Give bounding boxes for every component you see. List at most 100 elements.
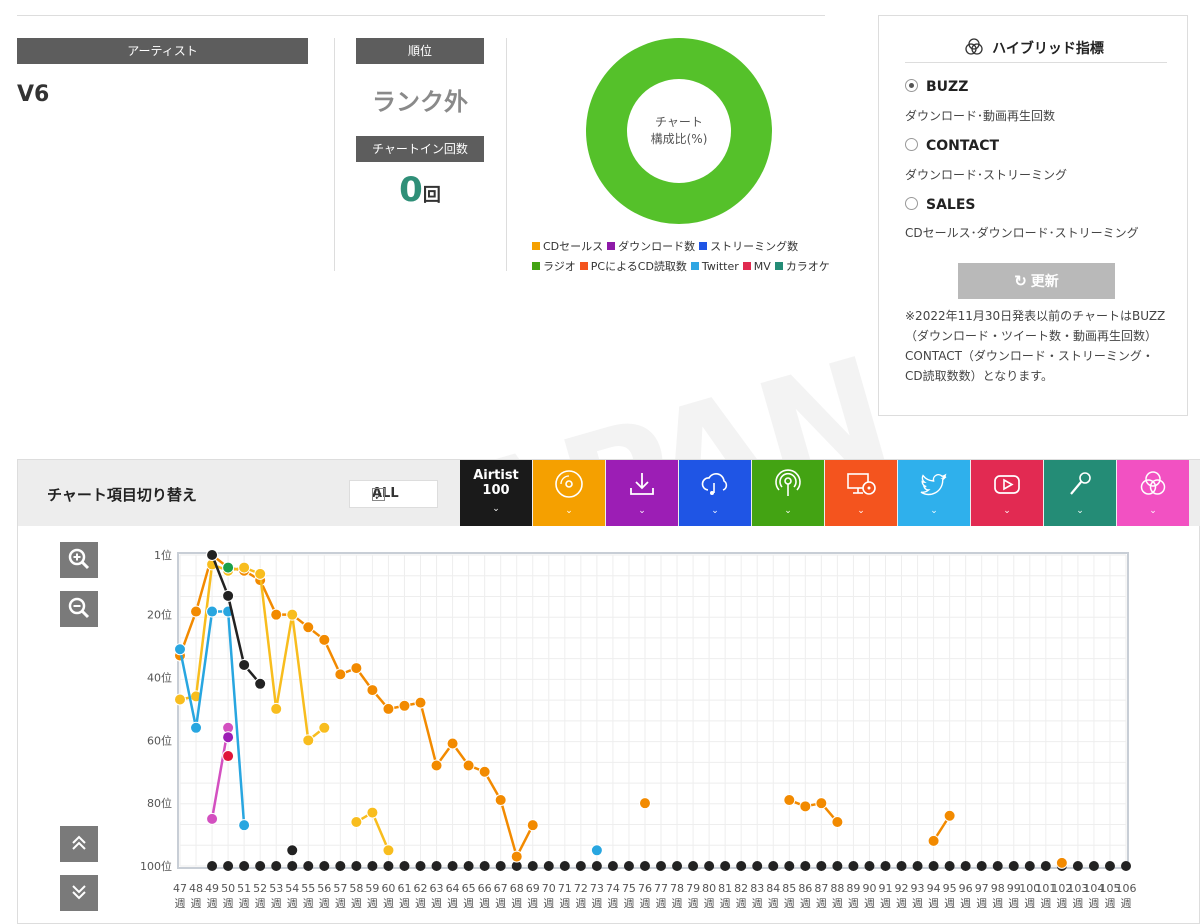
update-button[interactable]: ↻ 更新 <box>958 263 1115 299</box>
out-of-rank-point <box>800 861 811 871</box>
legend-swatch <box>742 262 751 270</box>
out-of-rank-point <box>656 861 667 871</box>
x-tick-label: 58 <box>349 882 363 895</box>
radio-sales[interactable]: SALES <box>905 197 976 213</box>
out-of-rank-point <box>239 861 250 871</box>
out-of-rank-point <box>816 861 827 871</box>
series-point <box>526 819 539 832</box>
y-tick-label: 20位 <box>147 608 172 622</box>
x-tick-label: 102 <box>1051 882 1072 895</box>
x-tick-label: 47 <box>173 882 187 895</box>
x-tick-unit: 週 <box>639 897 650 910</box>
x-tick-unit: 週 <box>832 897 843 910</box>
x-tick-unit: 週 <box>255 897 266 910</box>
series-point <box>174 643 186 656</box>
chevron-down-icon: ⌄ <box>930 506 938 516</box>
x-tick-label: 72 <box>574 882 588 895</box>
x-tick-label: 55 <box>301 882 315 895</box>
out-of-rank-point <box>399 861 410 871</box>
x-tick-unit: 週 <box>175 897 186 910</box>
series-line <box>788 798 839 823</box>
cd-icon <box>555 470 583 498</box>
x-tick-unit: 週 <box>1040 897 1051 910</box>
radio-unselected-icon[interactable] <box>905 197 918 210</box>
x-tick-label: 86 <box>798 882 812 895</box>
radio-contact[interactable]: CONTACT <box>905 138 999 154</box>
out-of-rank-point <box>672 861 683 871</box>
x-tick-unit: 週 <box>319 897 330 910</box>
series-point <box>366 684 379 697</box>
series-point <box>366 806 379 819</box>
radio-desc-sales: CDセールス･ダウンロード･ストリーミング <box>905 226 1139 240</box>
series-point <box>238 561 251 574</box>
x-tick-label: 71 <box>558 882 572 895</box>
category-youtube[interactable]: ⌄ <box>971 460 1043 526</box>
x-tick-unit: 週 <box>1088 897 1099 910</box>
legend-label: MV <box>753 260 771 273</box>
x-tick-label: 90 <box>862 882 876 895</box>
scroll-down-button[interactable] <box>60 875 98 911</box>
series-point <box>783 794 796 807</box>
series-point <box>478 765 491 778</box>
hybrid-divider <box>905 62 1167 63</box>
x-tick-unit: 週 <box>239 897 250 910</box>
out-of-rank-point <box>207 861 218 871</box>
legend-item: ラジオ <box>532 260 576 273</box>
legend-item: ストリーミング数 <box>699 240 798 253</box>
scroll-up-button[interactable] <box>60 826 98 862</box>
chart-panel: チャート項目切り替え ALL Airtist 100 ⌄ ⌄ ⌄ ⌄ ⌄ ⌄ ⌄ ⌄ ⌄ ⌄ 1… <box>17 459 1200 924</box>
x-tick-unit: 週 <box>223 897 234 910</box>
x-tick-unit: 週 <box>511 897 522 910</box>
category-twitter[interactable]: ⌄ <box>898 460 970 526</box>
out-of-rank-point <box>1072 861 1083 871</box>
legend-label: ダウンロード数 <box>618 240 696 253</box>
series-line <box>210 554 262 685</box>
legend-label: カラオケ <box>785 260 830 273</box>
series-point <box>254 567 267 580</box>
chevron-down-icon: ⌄ <box>565 506 573 516</box>
x-tick-unit: 週 <box>383 897 394 910</box>
y-tick-label: 60位 <box>147 733 172 747</box>
series-point <box>190 721 203 734</box>
checkbox-checked-icon[interactable] <box>372 484 385 510</box>
x-tick-label: 66 <box>478 882 492 895</box>
refresh-icon: ↻ <box>1014 273 1027 290</box>
radio-desc-contact: ダウンロード･ストリーミング <box>905 168 1068 182</box>
category-radio[interactable]: ⌄ <box>752 460 824 526</box>
category-cd[interactable]: ⌄ <box>533 460 605 526</box>
category-airtist[interactable]: Airtist 100 ⌄ <box>460 460 532 526</box>
zoom-in-button[interactable] <box>60 542 98 578</box>
category-pc-cd[interactable]: ⌄ <box>825 460 897 526</box>
category-karaoke[interactable]: ⌄ <box>1044 460 1116 526</box>
series-point <box>174 649 186 662</box>
zoom-out-button[interactable] <box>60 591 98 627</box>
x-tick-label: 53 <box>269 882 283 895</box>
series-point <box>815 797 828 810</box>
top-divider <box>17 15 825 16</box>
category-streaming-cloud[interactable]: ⌄ <box>679 460 751 526</box>
x-tick-label: 67 <box>494 882 508 895</box>
series-point <box>286 844 299 857</box>
series-point <box>222 721 235 734</box>
chevron-down-icon: ⌄ <box>492 504 500 514</box>
x-tick-label: 85 <box>782 882 796 895</box>
radio-unselected-icon[interactable] <box>905 138 918 151</box>
series-point <box>302 621 315 634</box>
series-point <box>382 844 395 857</box>
x-tick-label: 95 <box>943 882 957 895</box>
series-point <box>238 819 251 832</box>
donut-legend-row-2: ラジオ PCによるCD読取数 Twitter MV カラオケ <box>532 258 834 274</box>
out-of-rank-point <box>543 861 554 871</box>
artist-name: V6 <box>17 82 50 107</box>
x-tick-unit: 週 <box>736 897 747 910</box>
series-point <box>334 668 347 681</box>
category-hybrid[interactable]: ⌄ <box>1117 460 1189 526</box>
all-toggle[interactable]: ALL <box>349 480 438 510</box>
category-download[interactable]: ⌄ <box>606 460 678 526</box>
radio-buzz[interactable]: BUZZ <box>905 79 968 95</box>
x-tick-label: 68 <box>510 882 524 895</box>
out-of-rank-point <box>527 861 538 871</box>
out-of-rank-point <box>511 861 522 871</box>
radio-selected-icon[interactable] <box>905 79 918 92</box>
rank-value: ランク外 <box>372 88 468 116</box>
